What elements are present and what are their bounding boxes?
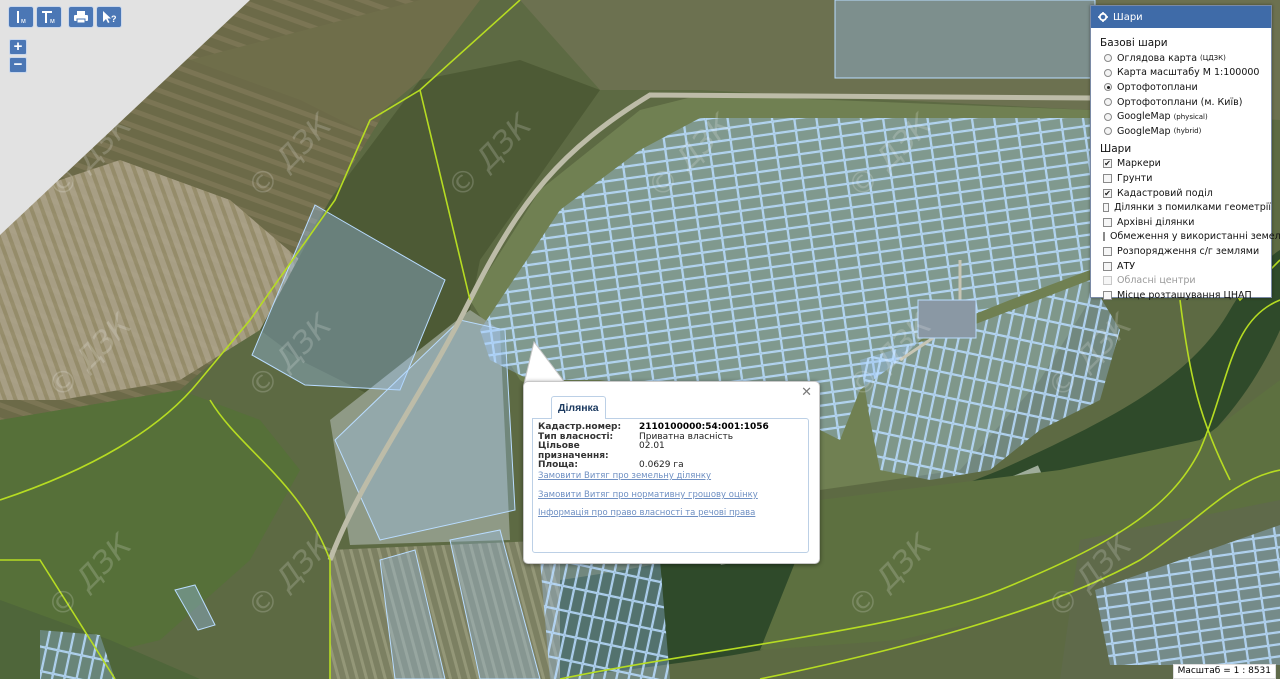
base-layer-label: Ортофотоплани xyxy=(1117,81,1198,93)
overlay-layer-option[interactable]: Розпорядження с/г землями xyxy=(1100,244,1271,259)
base-layers-list: Оглядова карта (ЦДЗК) Карта масштабу М 1:1… xyxy=(1100,51,1271,139)
order-parcel-extract-link[interactable]: Замовити Витяг про земельну ділянку xyxy=(538,471,711,481)
checkbox[interactable] xyxy=(1103,290,1112,300)
layers-panel-header[interactable]: Шари xyxy=(1091,6,1271,28)
base-layer-option[interactable]: GoogleMap (physical) xyxy=(1100,109,1271,124)
layers-panel-title: Шари xyxy=(1113,11,1143,23)
base-layer-label: Карта масштабу М 1:100000 xyxy=(1117,67,1260,79)
measure-line-button[interactable]: м xyxy=(8,6,34,28)
base-layer-option[interactable]: Ортофотоплани (м. Київ) xyxy=(1100,95,1271,110)
base-layer-option[interactable]: Оглядова карта (ЦДЗК) xyxy=(1100,51,1271,66)
close-icon[interactable]: ✕ xyxy=(801,385,812,400)
radio-button[interactable] xyxy=(1104,127,1112,136)
radio-button[interactable] xyxy=(1104,83,1112,92)
printer-icon xyxy=(74,11,88,24)
checkbox[interactable] xyxy=(1103,217,1112,227)
ownership-info-link[interactable]: Інформація про право власності та речові… xyxy=(538,508,755,518)
base-layer-option[interactable]: Карта масштабу М 1:100000 xyxy=(1100,66,1271,81)
zoom-control: + − xyxy=(9,39,27,73)
checkbox[interactable] xyxy=(1103,246,1112,256)
overlay-layer-label: Кадастровий поділ xyxy=(1117,187,1213,199)
overlay-layer-label: Місце розташування ЦНАП xyxy=(1117,289,1252,301)
order-valuation-extract-link[interactable]: Замовити Витяг про нормативну грошову оц… xyxy=(538,490,758,500)
map-toolbar: м м ? xyxy=(8,6,122,28)
orthophoto-map[interactable]: © ДЗК © ДЗК © ДЗК © ДЗК © ДЗК © ДЗК © ДЗ… xyxy=(0,0,1280,679)
overlay-layer-label: АТУ xyxy=(1117,260,1136,272)
ruler-line-icon: м xyxy=(17,11,26,25)
ruler-area-icon: м xyxy=(42,11,55,25)
measure-area-button[interactable]: м xyxy=(36,6,62,28)
checkbox[interactable]: ✔ xyxy=(1103,159,1112,169)
overlay-layer-label: Ділянки з помилками геометрії xyxy=(1114,202,1271,214)
cursor-question-icon: ? xyxy=(103,11,117,24)
base-layer-label: Оглядова карта xyxy=(1117,52,1198,64)
overlay-layers-list: ✔ Маркери Грунти ✔ Кадастровий поділ Ділянки … xyxy=(1100,157,1280,303)
measure-group: м м xyxy=(8,6,62,28)
base-layer-label: Ортофотоплани (м. Київ) xyxy=(1117,96,1243,108)
overlay-layer-option[interactable]: ✔ Маркери xyxy=(1100,157,1271,172)
base-layer-label: GoogleMap xyxy=(1117,125,1171,137)
radio-button[interactable] xyxy=(1104,68,1112,77)
base-layers-heading: Базові шари xyxy=(1100,37,1168,49)
radio-button[interactable] xyxy=(1104,98,1112,107)
tab-parcel[interactable]: Ділянка xyxy=(551,396,606,419)
checkbox[interactable] xyxy=(1103,203,1110,213)
overlay-layer-label: Обласні центри xyxy=(1117,275,1196,287)
print-button[interactable] xyxy=(68,6,94,28)
overlay-layer-label: Обмеження у використанні земель xyxy=(1110,231,1280,243)
overlay-layer-option[interactable]: АТУ xyxy=(1100,259,1271,274)
zoom-in-button[interactable]: + xyxy=(9,39,27,55)
overlay-layer-label: Маркери xyxy=(1117,158,1161,170)
svg-text:м: м xyxy=(50,18,55,25)
base-layer-sup: (hybrid) xyxy=(1173,127,1202,136)
attr-area: Площа: 0.0629 га xyxy=(538,460,684,470)
svg-text:?: ? xyxy=(111,14,117,24)
zoom-out-button[interactable]: − xyxy=(9,57,27,73)
base-layer-label: GoogleMap xyxy=(1117,111,1171,123)
svg-text:м: м xyxy=(21,18,26,25)
radio-button[interactable] xyxy=(1104,54,1112,63)
checkbox[interactable] xyxy=(1103,173,1112,183)
overlay-layer-option: Обласні центри xyxy=(1100,273,1271,288)
parcel-info-panel: Кадастр.номер: 2110100000:54:001:1056 Ти… xyxy=(532,418,809,553)
base-layer-option[interactable]: Ортофотоплани xyxy=(1100,80,1271,95)
gear-icon xyxy=(1098,12,1108,22)
overlay-layer-option[interactable]: Грунти xyxy=(1100,171,1271,186)
parcel-attributes: Кадастр.номер: 2110100000:54:001:1056 Ти… xyxy=(538,422,769,471)
scale-indicator: Масштаб = 1 : 8531 xyxy=(1172,664,1276,679)
overlay-layer-option[interactable]: Місце розташування ЦНАП xyxy=(1100,288,1271,303)
overlay-layers-heading: Шари xyxy=(1100,142,1132,155)
overlay-layer-label: Архівні ділянки xyxy=(1117,216,1195,228)
overlay-layer-label: Розпорядження с/г землями xyxy=(1117,245,1260,257)
popup-pointer xyxy=(523,340,567,385)
attr-purpose: Цільове призначення: 02.01 xyxy=(538,441,665,461)
overlay-layer-option[interactable]: ✔ Кадастровий поділ xyxy=(1100,186,1271,201)
overlay-layer-option[interactable]: Ділянки з помилками геометрії xyxy=(1100,200,1271,215)
overlay-layer-option[interactable]: Обмеження у використанні земель xyxy=(1100,230,1280,245)
base-layer-option[interactable]: GoogleMap (hybrid) xyxy=(1100,124,1271,139)
base-layer-sup: (physical) xyxy=(1173,112,1208,121)
radio-button[interactable] xyxy=(1104,112,1112,121)
checkbox[interactable]: ✔ xyxy=(1103,188,1112,198)
checkbox[interactable] xyxy=(1103,232,1105,242)
overlay-layer-option[interactable]: Архівні ділянки xyxy=(1100,215,1271,230)
parcel-popup: ✕ Ділянка Кадастр.номер: 2110100000:54:0… xyxy=(523,381,820,564)
checkbox[interactable] xyxy=(1103,261,1112,271)
checkbox xyxy=(1103,276,1112,286)
base-layer-sup: (ЦДЗК) xyxy=(1200,54,1226,63)
tools-group: ? xyxy=(68,6,122,28)
identify-button[interactable]: ? xyxy=(96,6,122,28)
overlay-layer-label: Грунти xyxy=(1117,172,1153,184)
layers-panel: Шари Базові шари Оглядова карта (ЦДЗК) Кар… xyxy=(1090,5,1280,301)
